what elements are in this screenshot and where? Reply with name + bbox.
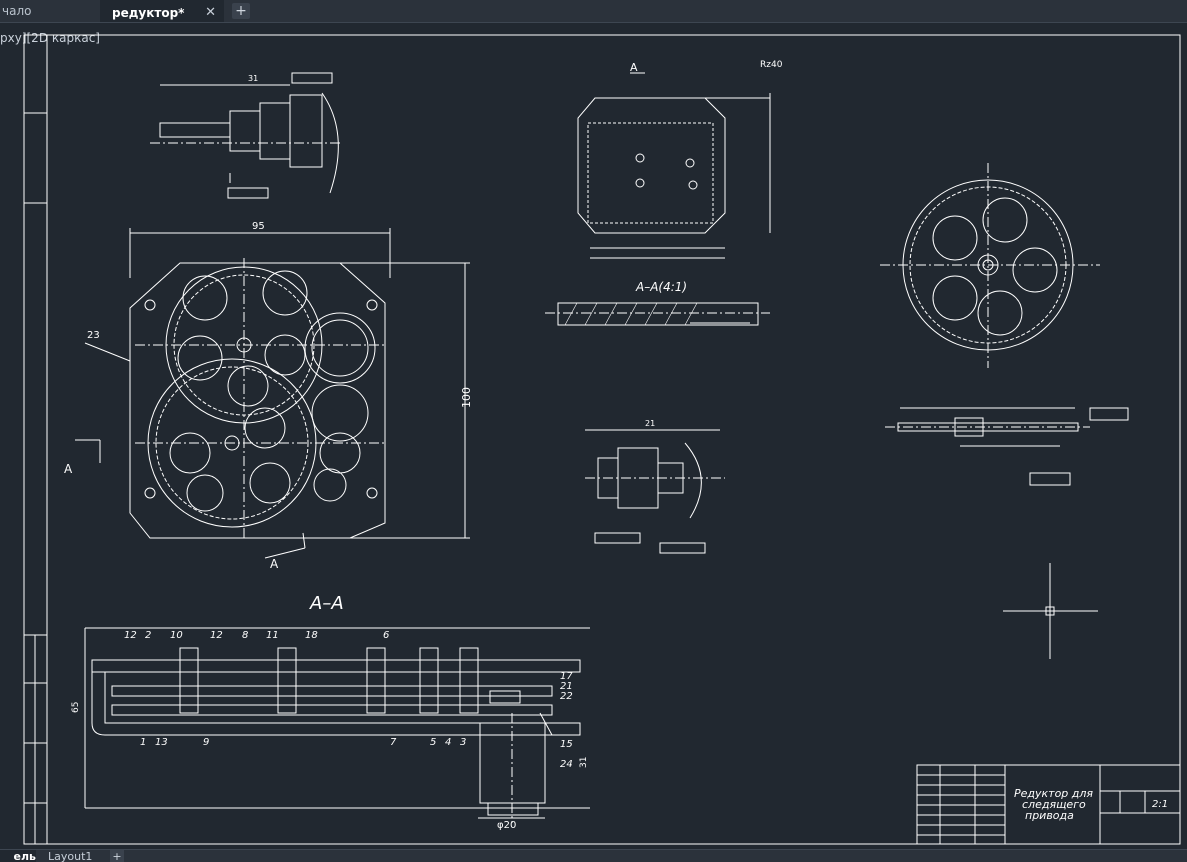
close-icon[interactable]: ✕ <box>205 2 216 24</box>
cad-drawing: 95 100 23 A A A 31 21 Rz40 A–A(4:1) A–A … <box>23 34 1181 845</box>
section-aa-assembly <box>84 627 590 823</box>
section-aa-scaled-title: A–A(4:1) <box>635 280 687 294</box>
leader-8: 8 <box>242 630 248 641</box>
label-a-bottom: A <box>270 557 279 571</box>
section-aa-title: A–A <box>309 593 344 614</box>
label-a-plate: A <box>630 61 638 74</box>
leader-18: 18 <box>305 630 318 641</box>
tab-layout1[interactable]: Layout1 <box>40 850 100 862</box>
leader-5: 5 <box>430 737 436 748</box>
leader-9: 9 <box>203 737 209 748</box>
dim-phi20: φ20 <box>497 820 516 831</box>
drawing-canvas[interactable]: рху][2D каркас] 95 100 23 A A A 31 21 Rz… <box>0 23 1187 849</box>
leader-6: 6 <box>383 630 389 641</box>
leader-1: 1 <box>140 737 146 748</box>
leader-13: 13 <box>155 737 168 748</box>
gearbox-plan-view <box>75 228 470 559</box>
dim-95: 95 <box>252 221 265 232</box>
leader-12b: 12 <box>210 630 223 641</box>
plate-detail <box>577 72 771 259</box>
dim-65: 65 <box>71 702 81 713</box>
tab-model[interactable]: ель <box>0 850 36 862</box>
leader-22: 22 <box>560 691 573 702</box>
leader-7: 7 <box>390 737 397 748</box>
leader-15: 15 <box>560 739 573 750</box>
leader-24: 24 <box>560 759 573 770</box>
hub-detail <box>585 429 725 554</box>
label-a-left: A <box>64 462 73 476</box>
wheel-detail <box>880 163 1100 368</box>
tab-reduktor[interactable]: редуктор* ✕ <box>100 0 224 22</box>
title-block-name-line3: привода <box>1025 809 1074 822</box>
layout-tab-bar: ель Layout1 + <box>0 849 1187 862</box>
leader-12a: 12 <box>124 630 137 641</box>
surface-mark: Rz40 <box>760 60 783 70</box>
add-layout-button[interactable]: + <box>110 850 124 862</box>
disc-section <box>885 407 1129 486</box>
title-block-scale: 2:1 <box>1152 799 1168 810</box>
tab-start-label: чало <box>2 4 32 18</box>
dim-100: 100 <box>460 387 473 408</box>
tab-start[interactable]: чало <box>0 0 100 22</box>
shaft-detail <box>150 72 340 199</box>
dim-23: 23 <box>87 330 100 341</box>
crosshair-cursor <box>1003 563 1098 659</box>
document-tab-bar: чало редуктор* ✕ + <box>0 0 1187 23</box>
leader-4: 4 <box>445 737 451 748</box>
leader-11: 11 <box>266 630 279 641</box>
new-tab-button[interactable]: + <box>232 3 250 19</box>
dim-31: 31 <box>248 74 258 83</box>
section-aa-scaled <box>545 302 770 326</box>
leader-10: 10 <box>170 630 183 641</box>
tab-reduktor-label: редуктор* <box>112 6 185 20</box>
dim-21: 21 <box>645 419 655 428</box>
leader-2: 2 <box>145 630 151 641</box>
dim-31-vertical: 31 <box>579 757 589 768</box>
leader-3: 3 <box>460 737 466 748</box>
